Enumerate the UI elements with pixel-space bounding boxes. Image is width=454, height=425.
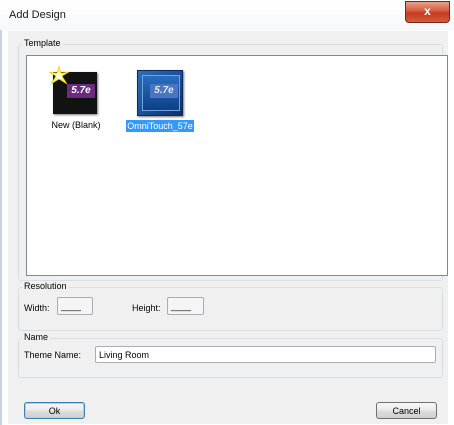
starburst-icon bbox=[49, 66, 69, 85]
template-item-label-selected: OmniTouch_57e bbox=[126, 120, 194, 132]
window-frame-edge bbox=[0, 0, 2, 425]
omnitouch-template-icon: 5.7e bbox=[137, 70, 183, 116]
new-blank-icon: 5.7e bbox=[49, 66, 99, 116]
title-bar[interactable]: Add Design x bbox=[0, 0, 454, 30]
template-item-new-blank[interactable]: 5.7e New (Blank) bbox=[31, 60, 121, 140]
resolution-group: Resolution Width: ____ Height: ____ bbox=[18, 281, 443, 331]
add-design-dialog: Add Design x Template 5.7e New (Blank) 5… bbox=[0, 0, 454, 425]
close-icon: x bbox=[424, 4, 431, 18]
name-group: Name Theme Name: Living Room bbox=[18, 332, 443, 378]
template-list[interactable]: 5.7e New (Blank) 5.7e OmniTouch_57e bbox=[26, 55, 448, 276]
width-label: Width: bbox=[24, 303, 50, 313]
height-field[interactable]: ____ bbox=[167, 297, 204, 315]
resolution-group-label: Resolution bbox=[22, 281, 69, 291]
theme-name-field[interactable]: Living Room bbox=[95, 346, 436, 363]
cancel-button[interactable]: Cancel bbox=[376, 402, 437, 419]
name-group-label: Name bbox=[22, 332, 51, 342]
template-group-label: Template bbox=[22, 38, 63, 48]
version-badge: 5.7e bbox=[67, 84, 95, 98]
ok-button[interactable]: Ok bbox=[24, 402, 85, 419]
version-badge: 5.7e bbox=[150, 84, 178, 98]
height-label: Height: bbox=[132, 303, 161, 313]
width-field[interactable]: ____ bbox=[57, 297, 93, 315]
dialog-title: Add Design bbox=[9, 9, 66, 21]
dialog-body: Template 5.7e New (Blank) 5.7e OmniTouch… bbox=[8, 31, 448, 424]
template-item-omnitouch[interactable]: 5.7e OmniTouch_57e bbox=[115, 60, 205, 140]
template-item-label: New (Blank) bbox=[51, 120, 101, 130]
template-item-label-wrap: OmniTouch_57e bbox=[115, 120, 205, 132]
theme-name-label: Theme Name: bbox=[24, 350, 82, 360]
close-button[interactable]: x bbox=[405, 1, 450, 23]
